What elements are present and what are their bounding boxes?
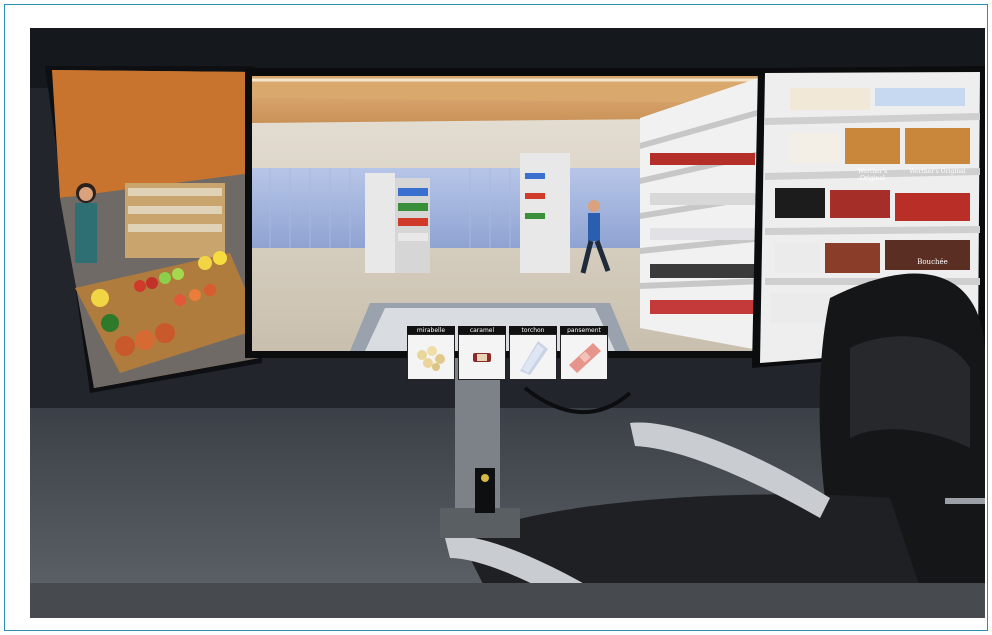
shelf-label-werthers-1: Werther's Original bbox=[857, 168, 888, 182]
center-monitor bbox=[245, 68, 770, 358]
shelf-label-bouchee: Bouchée bbox=[917, 258, 948, 266]
pansement-image bbox=[569, 343, 601, 373]
caramel-icon bbox=[458, 334, 506, 380]
caramel-image bbox=[473, 353, 491, 362]
pansement-icon bbox=[560, 334, 608, 380]
mirabelle-icon bbox=[407, 334, 455, 380]
torchon-image bbox=[520, 341, 548, 375]
photo-illustration bbox=[30, 28, 985, 618]
torchon-icon bbox=[509, 334, 557, 380]
mirabelle-image bbox=[417, 346, 445, 371]
shelf-label-werthers-2: Werther's Original bbox=[909, 168, 966, 175]
photo-scene: mirabelle caramel torchon pansement Wert… bbox=[30, 28, 985, 618]
